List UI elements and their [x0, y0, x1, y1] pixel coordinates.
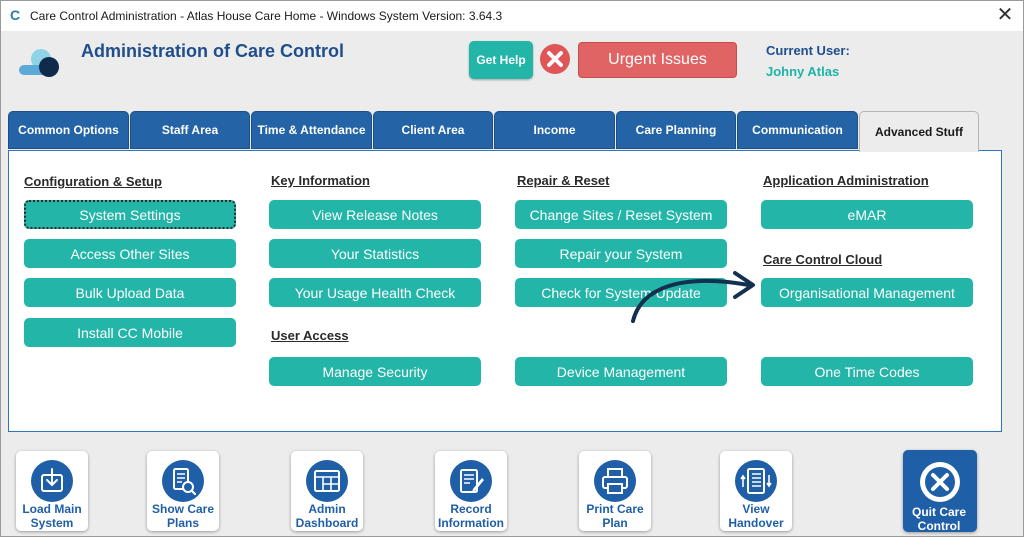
application-administration-heading: Application Administration: [763, 173, 929, 188]
configuration-setup-heading: Configuration & Setup: [24, 174, 162, 189]
view-handover-label: View Handover: [728, 502, 784, 530]
current-user-label: Current User:: [766, 43, 850, 58]
document-search-icon: [162, 460, 204, 502]
care-control-logo-icon: [19, 49, 59, 77]
one-time-codes-button[interactable]: One Time Codes: [761, 357, 973, 386]
tab-client-area[interactable]: Client Area: [373, 111, 493, 149]
download-icon: [31, 460, 73, 502]
app-title: Administration of Care Control: [81, 41, 345, 61]
record-information-button[interactable]: Record Information: [435, 451, 507, 531]
alert-x-icon[interactable]: [539, 43, 571, 75]
app-icon: C: [10, 7, 21, 23]
show-care-plans-label: Show Care Plans: [151, 502, 214, 530]
key-information-heading: Key Information: [271, 173, 370, 188]
window-title: Care Control Administration - Atlas Hous…: [30, 9, 503, 23]
tab-time-attendance[interactable]: Time & Attendance: [251, 111, 372, 149]
urgent-issues-button[interactable]: Urgent Issues: [578, 42, 737, 78]
usage-health-check-button[interactable]: Your Usage Health Check: [269, 278, 481, 307]
get-help-button[interactable]: Get Help: [469, 41, 533, 79]
tab-common-options[interactable]: Common Options: [8, 111, 129, 149]
change-sites-reset-button[interactable]: Change Sites / Reset System: [515, 200, 727, 229]
close-circle-icon: [920, 462, 960, 502]
title-bar: C Care Control Administration - Atlas Ho…: [1, 1, 1023, 31]
dashboard-icon: [306, 460, 348, 502]
tab-staff-area[interactable]: Staff Area: [130, 111, 250, 149]
show-care-plans-button[interactable]: Show Care Plans: [147, 451, 219, 531]
tab-advanced-stuff[interactable]: Advanced Stuff: [859, 111, 979, 152]
quit-care-control-button[interactable]: Quit Care Control: [903, 450, 977, 533]
admin-dashboard-button[interactable]: Admin Dashboard: [291, 451, 363, 531]
organisational-management-button[interactable]: Organisational Management: [761, 278, 973, 307]
load-main-system-button[interactable]: Load Main System: [16, 451, 88, 531]
your-statistics-button[interactable]: Your Statistics: [269, 239, 481, 268]
view-handover-button[interactable]: View Handover: [720, 451, 792, 531]
tab-communication[interactable]: Communication: [737, 111, 858, 149]
bottom-navigation: Load Main System Show Care Plans Admin Dash…: [1, 443, 1023, 536]
device-management-button[interactable]: Device Management: [515, 357, 727, 386]
tab-care-planning[interactable]: Care Planning: [616, 111, 736, 149]
admin-dashboard-label: Admin Dashboard: [295, 502, 359, 530]
quit-care-control-label: Quit Care Control: [911, 505, 966, 533]
tab-bar: Common Options Staff Area Time & Attenda…: [8, 111, 1008, 152]
print-care-plan-label: Print Care Plan: [586, 502, 644, 530]
manage-security-button[interactable]: Manage Security: [269, 357, 481, 386]
load-main-system-label: Load Main System: [22, 502, 82, 530]
user-access-heading: User Access: [271, 328, 349, 343]
pointer-arrow-icon: [631, 271, 755, 323]
print-care-plan-button[interactable]: Print Care Plan: [579, 451, 651, 531]
system-settings-button[interactable]: System Settings: [24, 200, 236, 229]
access-other-sites-button[interactable]: Access Other Sites: [24, 239, 236, 268]
current-user-name: Johny Atlas: [766, 64, 840, 79]
repair-reset-heading: Repair & Reset: [517, 173, 610, 188]
edit-document-icon: [450, 460, 492, 502]
header: Administration of Care Control Get Help …: [1, 31, 1023, 103]
record-information-label: Record Information: [438, 502, 504, 530]
printer-icon: [594, 460, 636, 502]
application-window: C Care Control Administration - Atlas Ho…: [0, 0, 1024, 537]
close-window-button[interactable]: ✕: [995, 5, 1015, 25]
view-release-notes-button[interactable]: View Release Notes: [269, 200, 481, 229]
bulk-upload-data-button[interactable]: Bulk Upload Data: [24, 278, 236, 307]
advanced-stuff-panel: Configuration & Setup System Settings Ac…: [8, 150, 1002, 432]
tab-income[interactable]: Income: [494, 111, 615, 149]
emar-button[interactable]: eMAR: [761, 200, 973, 229]
handover-list-icon: [735, 460, 777, 502]
care-control-cloud-heading: Care Control Cloud: [763, 252, 883, 267]
install-cc-mobile-button[interactable]: Install CC Mobile: [24, 318, 236, 347]
